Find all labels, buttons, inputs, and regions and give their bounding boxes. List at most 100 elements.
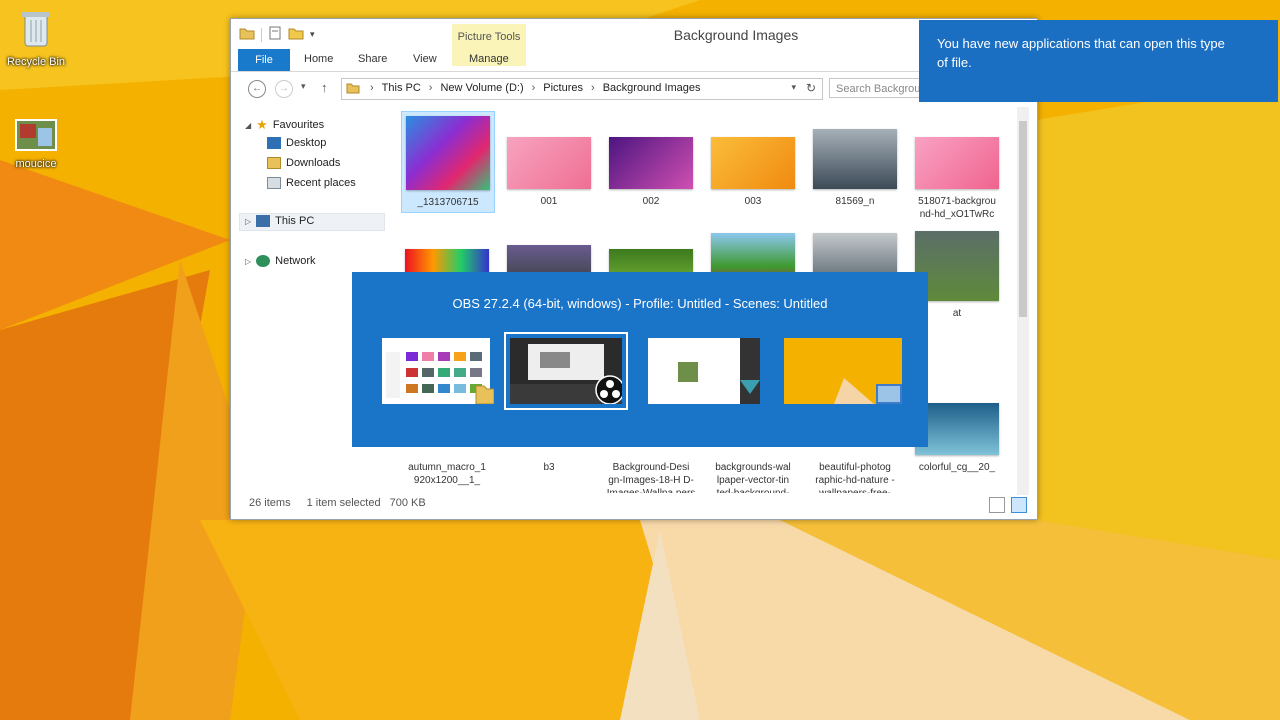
file-name: 002 (642, 196, 660, 207)
notification-text: You have new applications that can open … (937, 36, 1225, 70)
recycle-bin-icon (1, 8, 71, 53)
back-arrow-icon: ← (252, 83, 262, 94)
address-dropdown-icon[interactable]: ▾ (791, 82, 796, 93)
task-switcher: OBS 27.2.4 (64-bit, windows) - Profile: … (352, 272, 928, 447)
nav-desktop[interactable]: Desktop (267, 137, 326, 149)
file-thumbnail[interactable]: _1313706715 (401, 111, 495, 213)
file-name: _1313706715 (417, 197, 479, 208)
ribbon-tabs: File Home Share View Manage (231, 49, 1037, 72)
image-thumbnail (813, 129, 897, 189)
switcher-item-desktop[interactable] (784, 338, 902, 404)
forward-button[interactable]: → (275, 80, 293, 98)
breadcrumb-pictures[interactable]: Pictures (543, 82, 583, 94)
nav-desktop-label: Desktop (286, 137, 327, 149)
tab-share[interactable]: Share (358, 53, 387, 65)
moucice-shortcut[interactable]: moucice (1, 118, 71, 170)
properties-icon[interactable] (268, 26, 282, 43)
recycle-bin-shortcut[interactable]: Recycle Bin (1, 8, 71, 68)
customize-chevron-icon[interactable]: ▾ (310, 29, 315, 40)
nav-favourites-label: Favourites (272, 119, 325, 131)
nav-downloads-label: Downloads (286, 157, 341, 169)
address-row: ← → ▾ ↑ › This PC › New Volume (D:) › Pi… (231, 75, 1037, 101)
file-name: backgrounds-wal lpaper-vector-tin ted-ba… (715, 462, 791, 493)
file-name: b3 (543, 462, 555, 473)
details-view-icon[interactable] (989, 497, 1005, 513)
back-button[interactable]: ← (248, 80, 266, 98)
image-thumbnail (609, 137, 693, 189)
file-name: autumn_macro_1 920x1200__1_ (408, 462, 486, 486)
chevron-right-icon: › (531, 82, 536, 94)
explorer-preview-thumbnail (382, 338, 494, 404)
nav-downloads[interactable]: Downloads (267, 157, 340, 169)
switcher-item-obs[interactable] (504, 332, 628, 410)
file-thumbnail[interactable]: 002 (605, 137, 697, 208)
tab-view[interactable]: View (413, 53, 437, 65)
selection-size: 700 KB (389, 497, 426, 509)
vertical-scrollbar[interactable] (1017, 107, 1029, 495)
file-thumbnail[interactable]: Background-Desi gn-Images-18-H D-Images-… (605, 455, 697, 493)
nav-recent-places[interactable]: Recent places (267, 177, 356, 189)
file-thumbnail[interactable]: 003 (707, 137, 799, 208)
switcher-item-explorer[interactable] (382, 338, 494, 404)
recycle-bin-label: Recycle Bin (6, 56, 66, 68)
file-name: Background-Desi gn-Images-18-H D-Images-… (607, 462, 696, 493)
notification-toast[interactable]: You have new applications that can open … (919, 20, 1278, 102)
item-count: 26 items (249, 497, 291, 509)
file-thumbnail[interactable]: 001 (503, 137, 595, 208)
file-name: colorful_cg__20_ (918, 462, 996, 473)
recent-locations-chevron-icon[interactable]: ▾ (301, 81, 306, 92)
large-icons-view-icon[interactable] (1011, 497, 1027, 513)
image-file-icon (1, 118, 71, 155)
up-arrow-icon[interactable]: ↑ (321, 80, 328, 95)
selection-info: 1 item selected (306, 497, 381, 509)
breadcrumb-background-images[interactable]: Background Images (603, 82, 701, 94)
picture-tools-label: Picture Tools (457, 31, 521, 43)
switcher-title: OBS 27.2.4 (64-bit, windows) - Profile: … (452, 296, 828, 311)
forward-arrow-icon: → (279, 83, 289, 94)
breadcrumb: › This PC › New Volume (D:) › Pictures ›… (370, 82, 701, 94)
scrollbar-thumb[interactable] (1019, 121, 1027, 317)
tab-manage[interactable]: Manage (469, 53, 509, 65)
breadcrumb-this-pc[interactable]: This PC (382, 82, 421, 94)
image-thumbnail (711, 137, 795, 189)
breadcrumb-new-volume[interactable]: New Volume (D:) (440, 82, 523, 94)
star-icon: ★ (256, 117, 268, 132)
file-name: beautiful-photog raphic-hd-nature -wallp… (815, 462, 895, 493)
nav-this-pc-label: This PC (275, 215, 315, 227)
chevron-right-icon: › (370, 82, 374, 94)
computer-icon (256, 215, 271, 227)
expand-arrow-icon[interactable]: ▷ (245, 257, 251, 266)
nav-network[interactable]: ▷ Network (245, 255, 316, 267)
desktop-icon (267, 137, 281, 149)
moucice-label: moucice (15, 158, 57, 170)
new-folder-icon[interactable] (288, 26, 304, 43)
nav-network-label: Network (275, 255, 316, 267)
window-title: Background Images (673, 27, 799, 43)
file-thumbnail[interactable]: b3 (503, 455, 595, 474)
file-thumbnail[interactable]: 81569_n (809, 129, 901, 208)
tab-home[interactable]: Home (304, 53, 333, 65)
file-name: 003 (744, 196, 762, 207)
obs-preview-thumbnail (510, 338, 622, 404)
refresh-icon[interactable]: ↻ (806, 81, 816, 95)
image-thumbnail (915, 137, 999, 189)
downloads-folder-icon (267, 157, 281, 169)
view-toggle (989, 497, 1027, 513)
file-name: 81569_n (835, 196, 875, 207)
folder-icon[interactable] (239, 26, 255, 43)
file-thumbnail[interactable]: autumn_macro_1 920x1200__1_ (401, 455, 493, 487)
file-thumbnail[interactable]: backgrounds-wal lpaper-vector-tin ted-ba… (707, 455, 799, 493)
expand-arrow-icon[interactable]: ◢ (245, 121, 251, 130)
tab-file[interactable]: File (238, 49, 290, 71)
expand-arrow-icon[interactable]: ▷ (245, 217, 251, 226)
address-bar[interactable]: › This PC › New Volume (D:) › Pictures ›… (341, 78, 823, 100)
title-bar: ▾ Picture Tools Background Images (231, 19, 1037, 66)
status-bar: 26 items 1 item selected 700 KB (249, 497, 426, 509)
file-thumbnail[interactable]: 518071-backgrou nd-hd_xO1TwRc (911, 137, 1003, 221)
search-input[interactable]: Search Backgrou (829, 78, 929, 98)
nav-this-pc[interactable]: ▷ This PC (245, 215, 314, 227)
folder-icon (346, 82, 360, 97)
nav-favourites[interactable]: ◢ ★ Favourites (245, 117, 324, 133)
file-thumbnail[interactable]: beautiful-photog raphic-hd-nature -wallp… (809, 455, 901, 493)
switcher-item-photos[interactable] (648, 338, 760, 404)
